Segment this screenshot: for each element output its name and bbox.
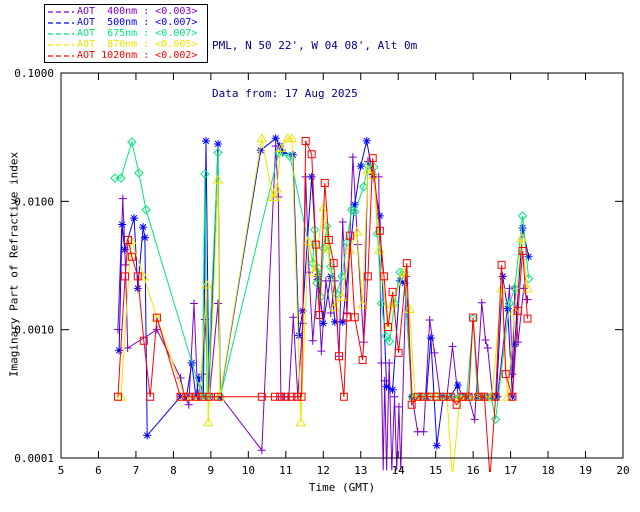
marker-plus-icon (317, 347, 326, 356)
marker-asterisk-icon (453, 381, 462, 390)
x-tick-label: 17 (504, 464, 517, 477)
marker-plus-icon (289, 313, 298, 322)
marker-asterisk-icon (139, 223, 148, 232)
header-date-line: Data from: 17 Aug 2025 (212, 87, 358, 100)
marker-plus-icon (483, 343, 492, 352)
marker-plus-icon (390, 392, 399, 401)
marker-plus-icon (394, 402, 403, 411)
x-tick-label: 13 (354, 464, 367, 477)
x-tick-label: 8 (170, 464, 177, 477)
series-aot-400nm (113, 141, 532, 471)
marker-plus-icon (505, 284, 514, 293)
marker-asterisk-icon (118, 220, 127, 229)
legend-dash-sample-icon (48, 54, 74, 57)
marker-asterisk-icon (426, 334, 435, 343)
x-tick-label: 14 (392, 464, 406, 477)
marker-plus-icon (348, 153, 357, 162)
marker-asterisk-icon (133, 284, 142, 293)
x-tick-label: 20 (616, 464, 629, 477)
marker-asterisk-icon (338, 317, 347, 326)
x-tick-label: 5 (58, 464, 65, 477)
marker-plus-icon (257, 446, 266, 455)
marker-asterisk-icon (432, 441, 441, 450)
y-axis-title: Imaginary Part of Refractive index (7, 151, 21, 378)
marker-plus-icon (481, 336, 490, 345)
x-tick-label: 15 (429, 464, 442, 477)
marker-plus-icon (118, 194, 127, 203)
x-tick-label: 19 (579, 464, 592, 477)
series-aot-1020nm (113, 137, 532, 472)
series-line-aot-1020nm (117, 140, 528, 472)
marker-asterisk-icon (319, 319, 328, 328)
marker-plus-icon (419, 427, 428, 436)
legend-label: AOT 500nm : <0.007> (77, 16, 198, 28)
x-tick-label: 6 (95, 464, 102, 477)
marker-plus-icon (425, 315, 434, 324)
legend-label: AOT 1020nm : <0.002> (77, 49, 198, 61)
marker-plus-icon (308, 336, 317, 345)
marker-asterisk-icon (518, 223, 527, 232)
marker-plus-icon (470, 415, 479, 424)
marker-plus-icon (113, 325, 122, 334)
marker-asterisk-icon (115, 346, 124, 355)
marker-plus-icon (377, 358, 386, 367)
marker-asterisk-icon (362, 136, 371, 145)
legend-dash-sample-icon (48, 10, 74, 13)
x-axis-title: Time (GMT) (308, 481, 376, 494)
marker-plus-icon (338, 218, 347, 227)
legend-dash-sample-icon (48, 43, 74, 46)
legend-label: AOT 675nm : <0.007> (77, 27, 198, 39)
legend-dash-sample-icon (48, 21, 74, 24)
legend-box: AOT 400nm : <0.003> AOT 500nm : <0.007> AO… (44, 4, 208, 63)
marker-plus-icon (477, 298, 486, 307)
marker-plus-icon (190, 299, 199, 308)
marker-asterisk-icon (498, 272, 507, 281)
x-tick-label: 11 (279, 464, 292, 477)
marker-plus-icon (213, 299, 222, 308)
marker-asterisk-icon (307, 172, 316, 181)
marker-asterisk-icon (213, 139, 222, 148)
marker-asterisk-icon (201, 137, 210, 146)
marker-plus-icon (385, 358, 394, 367)
aeronet-refractive-index-plot: 5 6 7 8 9 10 11 12 13 14 15 16 17 18 19 20 0.1000 0.0100 0… (0, 0, 640, 512)
marker-asterisk-icon (356, 162, 365, 171)
marker-asterisk-icon (388, 385, 397, 394)
x-tick-label: 7 (133, 464, 140, 477)
legend-item-aot-500nm: AOT 500nm : <0.007> (48, 16, 205, 28)
legend-item-aot-1020nm: AOT 1020nm : <0.002> (48, 49, 205, 61)
marker-plus-icon (184, 400, 193, 409)
x-tick-label: 16 (467, 464, 480, 477)
x-tick-label: 18 (541, 464, 554, 477)
x-tick-label: 9 (208, 464, 215, 477)
x-tick-label: 12 (317, 464, 330, 477)
legend-label: AOT 400nm : <0.003> (77, 5, 198, 17)
header-site-line: PML, N 50 22', W 04 08', Alt 0m (212, 39, 418, 52)
legend-dash-sample-icon (48, 32, 74, 35)
legend-item-aot-400nm: AOT 400nm : <0.003> (48, 5, 205, 17)
marker-plus-icon (523, 295, 532, 304)
marker-plus-icon (448, 342, 457, 351)
x-tick-label: 10 (242, 464, 255, 477)
marker-asterisk-icon (130, 214, 139, 223)
header: PML, N 50 22', W 04 08', Alt 0m Data fro… (212, 6, 417, 134)
marker-plus-icon (123, 343, 132, 352)
marker-asterisk-icon (271, 134, 280, 143)
legend-item-aot-675nm: AOT 675nm : <0.007> (48, 27, 205, 39)
legend-item-aot-870nm: AOT 870nm : <0.005> (48, 38, 205, 50)
series-line-aot-400nm (117, 145, 528, 471)
marker-asterisk-icon (140, 233, 149, 242)
marker-asterisk-icon (294, 331, 303, 340)
legend-label: AOT 870nm : <0.005> (77, 38, 198, 50)
